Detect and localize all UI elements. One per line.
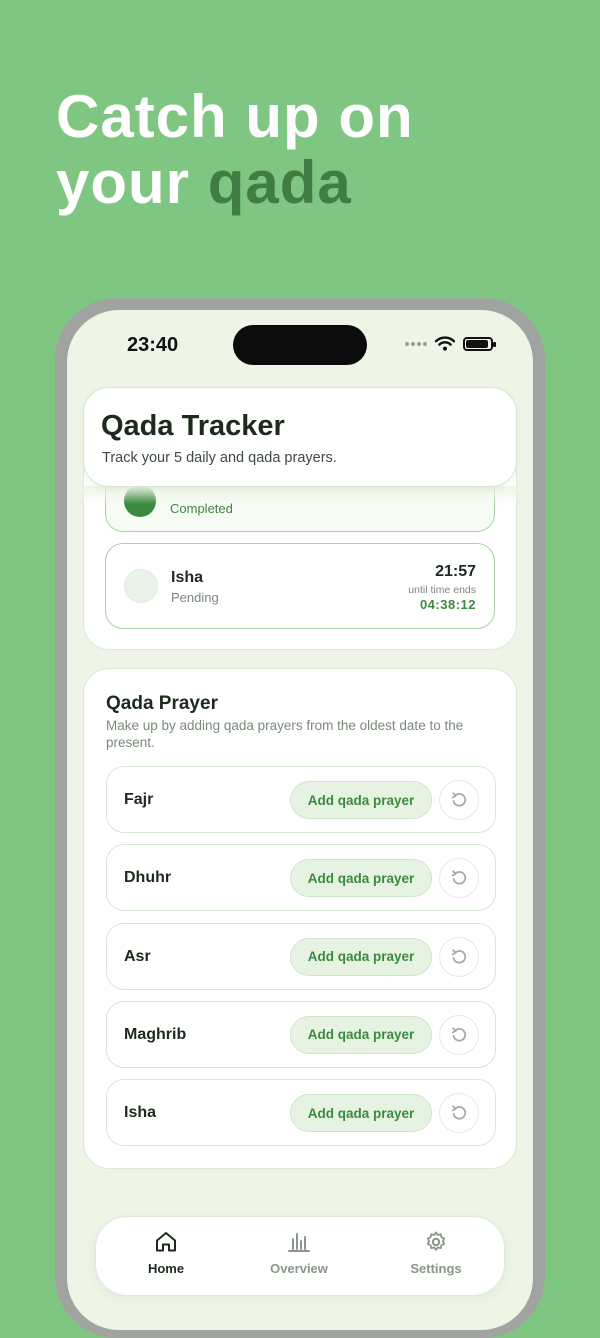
- phone-screen: 23:40 Completed Isha Pending 21:57 until…: [67, 310, 533, 1330]
- headline-line-2-start: your: [56, 149, 208, 216]
- qada-prayer-list: Fajr Add qada prayer Dhuhr Add qada pray…: [106, 766, 496, 1157]
- qada-prayer-name: Dhuhr: [124, 869, 172, 887]
- app-subtitle: Track your 5 daily and qada prayers.: [102, 450, 337, 466]
- bar-chart-icon: [288, 1233, 310, 1252]
- qada-row-dhuhr: Dhuhr Add qada prayer: [106, 844, 496, 912]
- add-qada-button[interactable]: Add qada prayer: [290, 1094, 432, 1133]
- qada-row-maghrib: Maghrib Add qada prayer: [106, 1000, 496, 1068]
- dynamic-island: [233, 325, 367, 365]
- prayer-time: 21:57: [435, 563, 476, 580]
- qada-section-title: Qada Prayer: [106, 693, 218, 714]
- promo-headline: Catch up on your qada: [56, 84, 414, 216]
- undo-button[interactable]: [439, 858, 479, 899]
- undo-icon: [451, 792, 467, 807]
- tab-overview[interactable]: Overview: [244, 1229, 354, 1285]
- undo-button[interactable]: [439, 1093, 479, 1134]
- add-qada-button[interactable]: Add qada prayer: [290, 859, 432, 898]
- qada-prayer-name: Isha: [124, 1104, 157, 1122]
- undo-icon: [451, 1027, 467, 1042]
- undo-button[interactable]: [439, 780, 479, 820]
- home-icon: [156, 1232, 176, 1252]
- prayer-status: Pending: [171, 590, 219, 605]
- headline-accent-word: qada: [207, 149, 352, 216]
- qada-row-asr: Asr Add qada prayer: [106, 922, 496, 990]
- signal-icon: [405, 341, 427, 346]
- headline-line-2: your qada: [56, 150, 414, 216]
- add-qada-button[interactable]: Add qada prayer: [290, 1015, 432, 1054]
- undo-button[interactable]: [439, 936, 479, 977]
- until-label: until time ends: [408, 584, 476, 596]
- tab-home[interactable]: Home: [111, 1229, 221, 1285]
- qada-section-description: Make up by adding qada prayers from the …: [106, 718, 464, 750]
- app-header-card: Qada Tracker Track your 5 daily and qada…: [83, 387, 517, 487]
- app-title: Qada Tracker: [101, 410, 285, 442]
- undo-icon: [451, 870, 467, 885]
- status-bar-time: 23:40: [127, 334, 179, 356]
- headline-line-1: Catch up on: [56, 83, 414, 150]
- qada-prayer-name: Maghrib: [124, 1025, 187, 1043]
- tab-label: Overview: [270, 1261, 328, 1276]
- qada-row-fajr: Fajr Add qada prayer: [106, 766, 496, 833]
- undo-icon: [451, 948, 467, 964]
- tab-settings[interactable]: Settings: [381, 1229, 491, 1285]
- pending-circle-icon[interactable]: [124, 569, 158, 603]
- battery-icon: [463, 336, 496, 351]
- add-qada-button[interactable]: Add qada prayer: [290, 937, 432, 976]
- wifi-icon: [435, 336, 455, 351]
- gear-icon: [426, 1231, 446, 1251]
- prayer-row-current[interactable]: Isha Pending 21:57 until time ends 04:38…: [105, 543, 495, 629]
- qada-prayer-card: Qada Prayer Make up by adding qada praye…: [83, 668, 517, 1169]
- status-bar-icons: [405, 336, 496, 351]
- qada-prayer-name: Fajr: [124, 791, 154, 808]
- qada-prayer-name: Asr: [124, 947, 151, 965]
- tab-label: Settings: [410, 1261, 462, 1276]
- undo-icon: [451, 1105, 467, 1120]
- prayer-name: Isha: [171, 569, 204, 586]
- countdown-timer: 04:38:12: [419, 597, 476, 612]
- tab-label: Home: [147, 1261, 185, 1276]
- undo-button[interactable]: [439, 1014, 479, 1055]
- bottom-tab-bar: Home Overview Settings: [95, 1216, 505, 1296]
- header-fade: [67, 486, 533, 504]
- add-qada-button[interactable]: Add qada prayer: [290, 781, 432, 819]
- qada-row-isha: Isha Add qada prayer: [106, 1079, 496, 1147]
